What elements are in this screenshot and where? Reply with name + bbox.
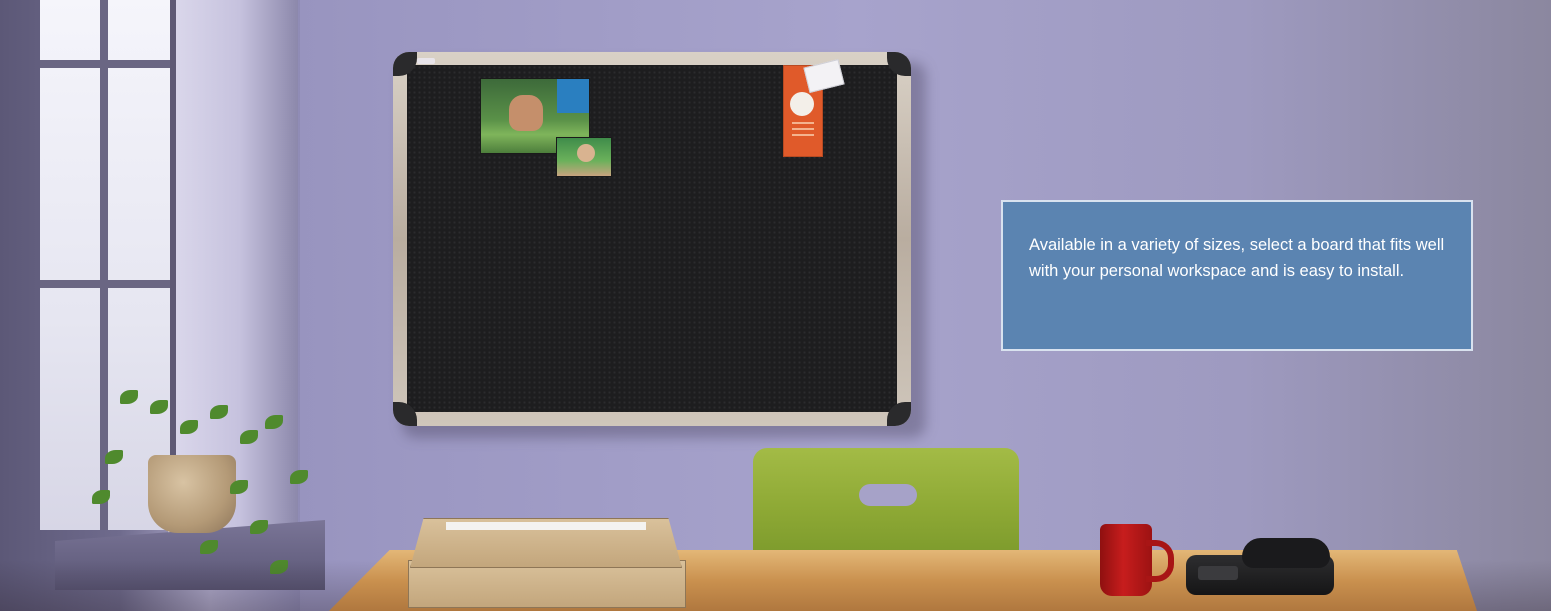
photo-figure: [577, 144, 595, 162]
hero-scene: Available in a variety of sizes, select …: [0, 0, 1551, 611]
window-mullion: [100, 0, 108, 530]
chair-handle: [859, 484, 917, 506]
flyer-line: [792, 134, 814, 136]
phone-keypad: [1198, 566, 1238, 580]
photo-sky: [557, 79, 589, 113]
chair: [753, 448, 1019, 558]
flyer-line: [792, 128, 814, 130]
flyer-line: [792, 122, 814, 124]
coffee-mug: [1100, 524, 1152, 596]
window-mullion: [40, 60, 170, 68]
pinned-photo: [556, 137, 612, 177]
plant-leaf: [290, 470, 308, 484]
photo-figure: [509, 95, 543, 131]
window-mullion: [40, 280, 170, 288]
board-logo: [417, 58, 435, 64]
plant-pot: [148, 455, 236, 533]
window: [40, 0, 176, 530]
paper-stack: [446, 522, 646, 530]
flyer-graphic: [790, 92, 814, 116]
phone-handset: [1242, 538, 1330, 568]
info-text: Available in a variety of sizes, select …: [1029, 236, 1445, 280]
info-box: Available in a variety of sizes, select …: [1001, 200, 1473, 351]
